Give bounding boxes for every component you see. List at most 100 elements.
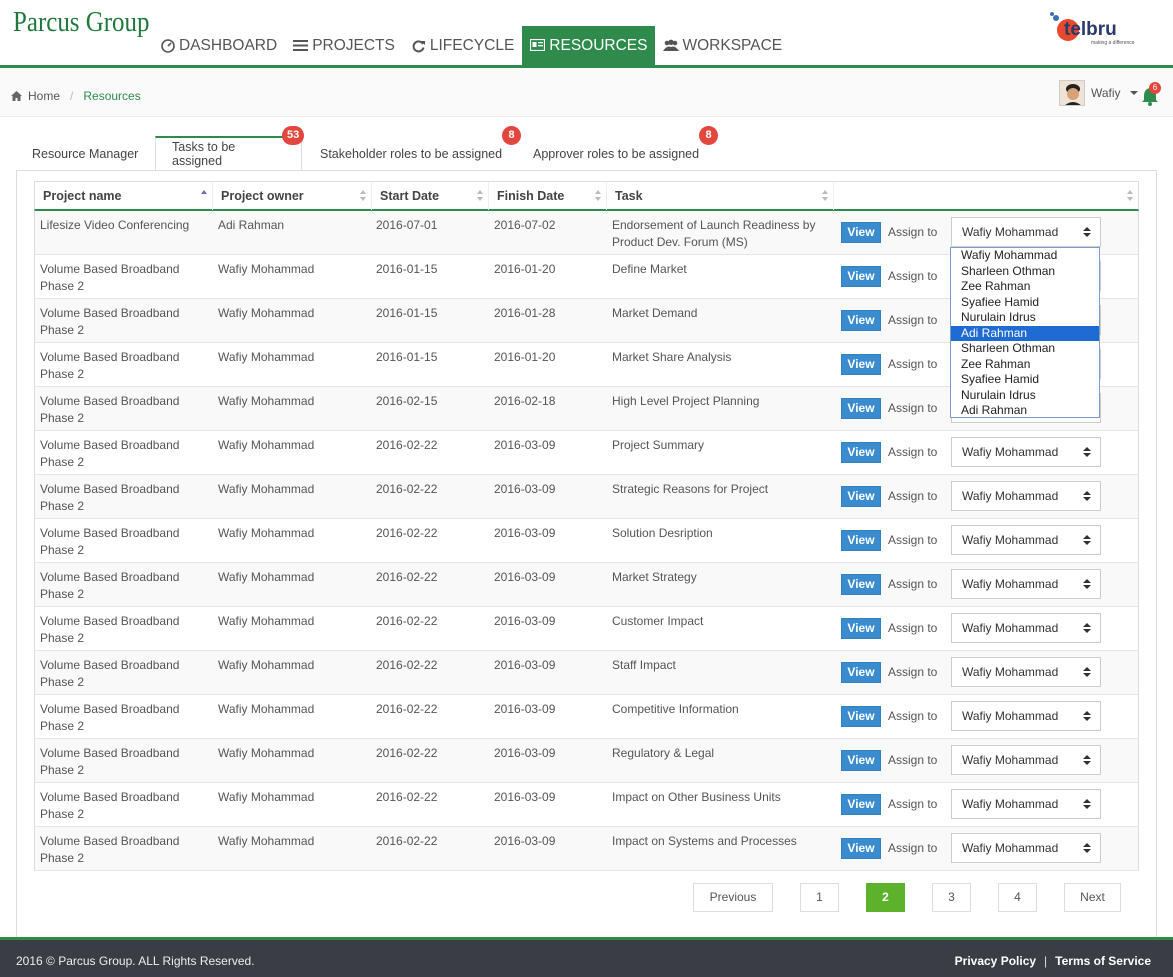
cell-task: Endorsement of Launch Readiness by Produ…: [612, 217, 830, 251]
assignee-select[interactable]: Wafiy Mohammad: [951, 437, 1101, 467]
view-button[interactable]: View: [841, 750, 881, 771]
view-button[interactable]: View: [841, 222, 881, 243]
nav-dashboard[interactable]: DASHBOARD: [152, 26, 285, 65]
tasks-count-badge: 53: [282, 126, 304, 145]
assignee-select[interactable]: Wafiy Mohammad: [951, 481, 1101, 511]
assign-to-label: Assign to: [888, 225, 937, 239]
view-button[interactable]: View: [841, 574, 881, 595]
view-button[interactable]: View: [841, 618, 881, 639]
view-button[interactable]: View: [841, 530, 881, 551]
cell-project-owner: Wafiy Mohammad: [218, 657, 368, 674]
privacy-policy-link[interactable]: Privacy Policy: [955, 954, 1036, 968]
table-row: Volume Based Broadband Phase 2Wafiy Moha…: [34, 739, 1139, 783]
cell-task: High Level Project Planning: [612, 393, 830, 410]
select-arrows-icon: [1083, 711, 1091, 722]
dropdown-option[interactable]: Nurulain Idrus: [951, 388, 1099, 404]
col-task[interactable]: Task: [607, 182, 834, 210]
dropdown-option[interactable]: Syafiee Hamid: [951, 372, 1099, 388]
assignee-select[interactable]: Wafiy Mohammad: [951, 789, 1101, 819]
avatar: [1059, 80, 1085, 106]
cell-task: Project Summary: [612, 437, 830, 454]
cell-start-date: 2016-01-15: [376, 261, 486, 278]
col-actions[interactable]: [834, 182, 1138, 210]
sort-icon: [595, 190, 602, 202]
cell-task: Staff Impact: [612, 657, 830, 674]
select-arrows-icon: [1083, 535, 1091, 546]
assignee-select[interactable]: Wafiy Mohammad: [951, 701, 1101, 731]
id-card-icon: [530, 39, 545, 53]
cell-project-owner: Wafiy Mohammad: [218, 261, 368, 278]
col-project-name[interactable]: Project name: [35, 182, 213, 210]
assign-to-label: Assign to: [888, 489, 937, 503]
view-button[interactable]: View: [841, 794, 881, 815]
assignee-select-value: Wafiy Mohammad: [962, 841, 1058, 855]
assignee-select[interactable]: Wafiy Mohammad: [951, 525, 1101, 555]
dropdown-option[interactable]: Zee Rahman: [951, 357, 1099, 373]
col-finish-date[interactable]: Finish Date: [489, 182, 607, 210]
dropdown-option[interactable]: Sharleen Othman: [951, 264, 1099, 280]
view-button[interactable]: View: [841, 266, 881, 287]
cell-project-name: Volume Based Broadband Phase 2: [40, 657, 205, 691]
nav-lifecycle[interactable]: LIFECYCLE: [403, 26, 522, 65]
col-start-date[interactable]: Start Date: [372, 182, 489, 210]
col-project-owner[interactable]: Project owner: [213, 182, 372, 210]
nav-workspace[interactable]: WORKSPACE: [655, 26, 790, 65]
cell-project-name: Volume Based Broadband Phase 2: [40, 569, 205, 603]
page-3-button[interactable]: 3: [932, 883, 971, 912]
page-2-button[interactable]: 2: [866, 883, 905, 912]
page-1-button[interactable]: 1: [800, 883, 839, 912]
dropdown-option[interactable]: Syafiee Hamid: [951, 295, 1099, 311]
tab-approver-roles[interactable]: Approver roles to be assigned: [517, 136, 715, 171]
assignee-select-value: Wafiy Mohammad: [962, 753, 1058, 767]
nav-resources[interactable]: RESOURCES: [522, 26, 655, 65]
tab-tasks-to-be-assigned[interactable]: Tasks to be assigned: [155, 136, 302, 171]
dropdown-option[interactable]: Adi Rahman: [951, 326, 1099, 342]
dropdown-option[interactable]: Nurulain Idrus: [951, 310, 1099, 326]
assignee-select[interactable]: Wafiy Mohammad: [951, 613, 1101, 643]
assignee-select[interactable]: Wafiy Mohammad: [951, 745, 1101, 775]
breadcrumb-home[interactable]: Home: [28, 89, 60, 103]
terms-of-service-link[interactable]: Terms of Service: [1055, 954, 1151, 968]
assignee-select[interactable]: Wafiy Mohammad: [951, 217, 1101, 247]
tab-resource-manager[interactable]: Resource Manager: [16, 136, 154, 171]
assignee-dropdown-list[interactable]: Wafiy MohammadSharleen OthmanZee RahmanS…: [950, 247, 1100, 418]
dropdown-option[interactable]: Adi Rahman: [951, 403, 1099, 419]
cell-task: Impact on Systems and Processes: [612, 833, 830, 850]
view-button[interactable]: View: [841, 662, 881, 683]
assignee-select[interactable]: Wafiy Mohammad: [951, 569, 1101, 599]
view-button[interactable]: View: [841, 838, 881, 859]
brand-logo[interactable]: Parcus Group: [13, 6, 149, 39]
assignee-select[interactable]: Wafiy Mohammad: [951, 833, 1101, 863]
table-row: Volume Based Broadband Phase 2Wafiy Moha…: [34, 607, 1139, 651]
view-button[interactable]: View: [841, 486, 881, 507]
next-page-button[interactable]: Next: [1064, 883, 1121, 912]
cell-project-owner: Wafiy Mohammad: [218, 613, 368, 630]
select-arrows-icon: [1083, 227, 1091, 238]
logo-name: telbru: [1064, 19, 1117, 40]
previous-page-button[interactable]: Previous: [693, 883, 773, 912]
cell-project-owner: Wafiy Mohammad: [218, 833, 368, 850]
dropdown-option[interactable]: Wafiy Mohammad: [951, 248, 1099, 264]
col-label: Finish Date: [497, 189, 564, 203]
assignee-select-value: Wafiy Mohammad: [962, 709, 1058, 723]
view-button[interactable]: View: [841, 354, 881, 375]
approver-count-badge: 8: [699, 126, 718, 145]
page-4-button[interactable]: 4: [998, 883, 1037, 912]
nav-projects[interactable]: PROJECTS: [285, 26, 403, 65]
assignee-select-value: Wafiy Mohammad: [962, 797, 1058, 811]
cell-project-name: Volume Based Broadband Phase 2: [40, 481, 205, 515]
assignee-select[interactable]: Wafiy Mohammad: [951, 657, 1101, 687]
view-button[interactable]: View: [841, 706, 881, 727]
cell-project-name: Volume Based Broadband Phase 2: [40, 305, 205, 339]
user-menu[interactable]: Wafiy: [1059, 80, 1138, 106]
breadcrumb-current[interactable]: Resources: [83, 89, 140, 103]
view-button[interactable]: View: [841, 398, 881, 419]
view-button[interactable]: View: [841, 310, 881, 331]
dropdown-option[interactable]: Zee Rahman: [951, 279, 1099, 295]
dropdown-option[interactable]: Sharleen Othman: [951, 341, 1099, 357]
users-icon: [663, 39, 678, 53]
tab-stakeholder-roles[interactable]: Stakeholder roles to be assigned: [304, 136, 518, 171]
view-button[interactable]: View: [841, 442, 881, 463]
assign-to-label: Assign to: [888, 313, 937, 327]
footer-links: Privacy Policy | Terms of Service: [955, 954, 1151, 968]
